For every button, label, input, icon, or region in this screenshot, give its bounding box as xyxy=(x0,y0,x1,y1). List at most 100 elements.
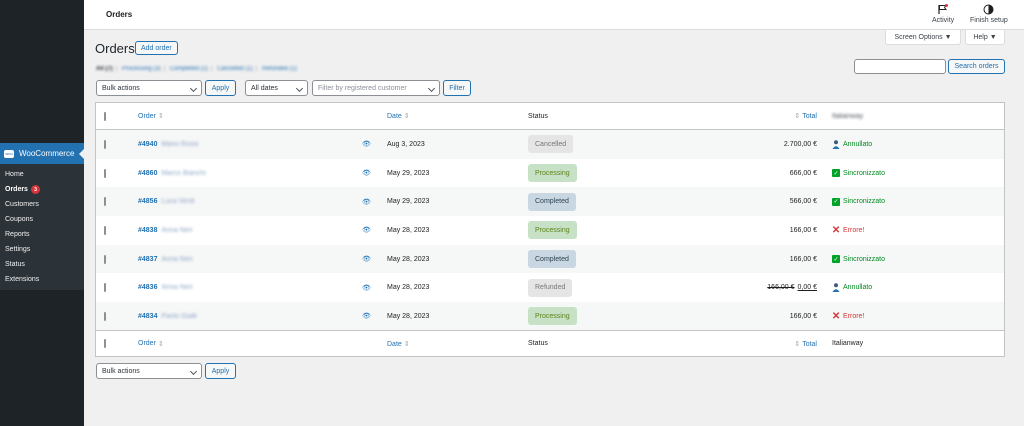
chevron-down-icon xyxy=(427,84,436,93)
extra-column-footer: Italianway xyxy=(832,340,864,347)
sidebar-item-orders[interactable]: Orders 3 xyxy=(0,182,84,197)
checkmark-icon: ✓ xyxy=(832,197,840,206)
row-checkbox[interactable] xyxy=(104,225,106,235)
row-checkbox[interactable] xyxy=(104,197,106,207)
apply-button[interactable]: Apply xyxy=(205,80,236,96)
footer-label: Order xyxy=(138,340,156,347)
order-cell: #4856 Luca Verdi xyxy=(138,198,195,205)
apply-button-bottom[interactable]: Apply xyxy=(205,363,236,379)
status-views: All (7) | Processing (3) | Completed (2) | … xyxy=(96,66,298,72)
table-row[interactable]: #4834 Paolo Gialli 👁 May 28, 2023 Processing… xyxy=(96,302,1004,331)
order-number-link[interactable]: #4940 xyxy=(138,141,157,148)
preview-eye-icon[interactable]: 👁 xyxy=(362,284,371,292)
row-checkbox[interactable] xyxy=(104,311,106,321)
sidebar-item-label: Home xyxy=(5,171,24,178)
date-column-footer[interactable]: Date ⇕ xyxy=(387,340,410,348)
select-all-checkbox-footer[interactable] xyxy=(104,339,106,348)
table-header: Order ⇕ Date ⇕ Status ⇕ Total Italianway xyxy=(96,103,1004,130)
view-all[interactable]: All (7) xyxy=(96,66,113,72)
sidebar-item-customers[interactable]: Customers xyxy=(0,197,84,212)
order-number-link[interactable]: #4838 xyxy=(138,227,157,234)
dates-select[interactable]: All dates xyxy=(245,80,308,96)
order-number-link[interactable]: #4834 xyxy=(138,313,157,320)
order-column-footer[interactable]: Order ⇕ xyxy=(138,340,164,348)
total-cell: 2.700,00 € xyxy=(784,141,817,148)
filter-button[interactable]: Filter xyxy=(443,80,471,96)
order-total: 2.700,00 € xyxy=(783,140,817,148)
row-checkbox[interactable] xyxy=(104,168,106,178)
total-column-footer[interactable]: ⇕ Total xyxy=(794,340,817,348)
order-number-link[interactable]: #4860 xyxy=(138,170,157,177)
status-badge: Cancelled xyxy=(528,135,574,154)
customer-name: Marco Bianchi xyxy=(161,169,206,177)
order-column-header[interactable]: Order ⇕ xyxy=(138,112,164,121)
order-number-link[interactable]: #4837 xyxy=(138,256,157,263)
sidebar-item-reports[interactable]: Reports xyxy=(0,227,84,242)
orders-count-badge: 3 xyxy=(30,185,40,194)
view-completed[interactable]: Completed (2) xyxy=(170,66,208,72)
woocommerce-menu[interactable]: woo WooCommerce xyxy=(0,143,84,164)
sort-icon: ⇕ xyxy=(403,340,410,348)
status-badge: Processing xyxy=(528,307,577,326)
add-order-button[interactable]: Add order xyxy=(135,41,178,55)
preview-eye-icon[interactable]: 👁 xyxy=(362,255,371,263)
status-cell: Cancelled xyxy=(528,135,574,154)
view-processing[interactable]: Processing (3) xyxy=(122,66,161,72)
customer-filter-select[interactable]: Filter by registered customer xyxy=(312,80,440,96)
bulk-actions-value: Bulk actions xyxy=(102,367,140,375)
total-column-header[interactable]: ⇕ Total xyxy=(794,112,817,120)
row-checkbox[interactable] xyxy=(104,283,106,293)
order-number-link[interactable]: #4836 xyxy=(138,284,157,291)
sync-status-label: Sincronizzato xyxy=(843,198,886,206)
total-cell: 166,00 € xyxy=(790,256,817,263)
sync-status-cell: ✓ Sincronizzato xyxy=(832,197,886,206)
order-total: 666,00 € xyxy=(789,169,817,177)
screen-options-button[interactable]: Screen Options ▼ xyxy=(885,30,961,45)
customer-name: Mario Rossi xyxy=(161,140,199,148)
view-refunded[interactable]: Refunded (1) xyxy=(262,66,297,72)
preview-eye-icon[interactable]: 👁 xyxy=(362,312,371,320)
table-row[interactable]: #4838 Anna Neri 👁 May 28, 2023 Processing 166… xyxy=(96,216,1004,245)
table-row[interactable]: #4836 Anna Neri 👁 May 28, 2023 Refunded 166,0… xyxy=(96,273,1004,302)
date-column-header[interactable]: Date ⇕ xyxy=(387,112,410,120)
sidebar-item-status[interactable]: Status xyxy=(0,257,84,272)
table-row[interactable]: #4837 Anna Neri 👁 May 28, 2023 Completed 166,… xyxy=(96,244,1004,274)
bulk-actions-select-bottom[interactable]: Bulk actions xyxy=(96,363,202,379)
sync-status-label: Annullato xyxy=(843,284,873,292)
sync-status-label: Annullato xyxy=(843,140,873,148)
order-date: May 28, 2023 xyxy=(387,226,430,234)
sidebar-item-settings[interactable]: Settings xyxy=(0,242,84,257)
view-cancelled[interactable]: Cancelled (1) xyxy=(217,66,253,72)
order-number-link[interactable]: #4856 xyxy=(138,198,157,205)
progress-circle-icon xyxy=(983,3,995,15)
bulk-actions-select[interactable]: Bulk actions xyxy=(96,80,202,96)
preview-eye-icon[interactable]: 👁 xyxy=(362,198,371,206)
cross-icon: ✕ xyxy=(831,224,841,236)
table-row[interactable]: #4860 Marco Bianchi 👁 May 29, 2023 Processin… xyxy=(96,159,1004,188)
sidebar-item-extensions[interactable]: Extensions xyxy=(0,272,84,287)
sidebar-item-coupons[interactable]: Coupons xyxy=(0,212,84,227)
table-row[interactable]: #4856 Luca Verdi 👁 May 29, 2023 Completed 566… xyxy=(96,187,1004,217)
sidebar-item-home[interactable]: Home xyxy=(0,167,84,182)
table-footer: Order ⇕ Date ⇕ Status ⇕ Total Italianway xyxy=(96,330,1004,356)
order-cell: #4860 Marco Bianchi xyxy=(138,170,206,177)
preview-eye-icon[interactable]: 👁 xyxy=(362,169,371,177)
preview-eye-icon[interactable]: 👁 xyxy=(362,140,371,148)
sync-status-label: Sincronizzato xyxy=(843,169,886,177)
page-title: Orders xyxy=(95,41,135,56)
select-all-checkbox[interactable] xyxy=(104,111,106,121)
help-button[interactable]: Help ▼ xyxy=(965,30,1005,45)
row-checkbox[interactable] xyxy=(104,254,106,264)
search-input[interactable] xyxy=(854,59,946,74)
checkmark-icon: ✓ xyxy=(832,169,840,178)
activity-button[interactable]: Activity xyxy=(932,3,954,24)
row-checkbox[interactable] xyxy=(104,139,106,149)
search-orders-button[interactable]: Search orders xyxy=(948,59,1005,74)
table-row[interactable]: #4940 Mario Rossi 👁 Aug 3, 2023 Cancelled 2.7… xyxy=(96,130,1004,159)
preview-eye-icon[interactable]: 👁 xyxy=(362,226,371,234)
finish-setup-label: Finish setup xyxy=(970,17,1008,24)
finish-setup-button[interactable]: Finish setup xyxy=(970,3,1008,24)
sort-icon: ⇕ xyxy=(157,113,164,120)
status-cell: Completed xyxy=(528,192,576,211)
total-cell: 166,00 € xyxy=(790,313,817,320)
